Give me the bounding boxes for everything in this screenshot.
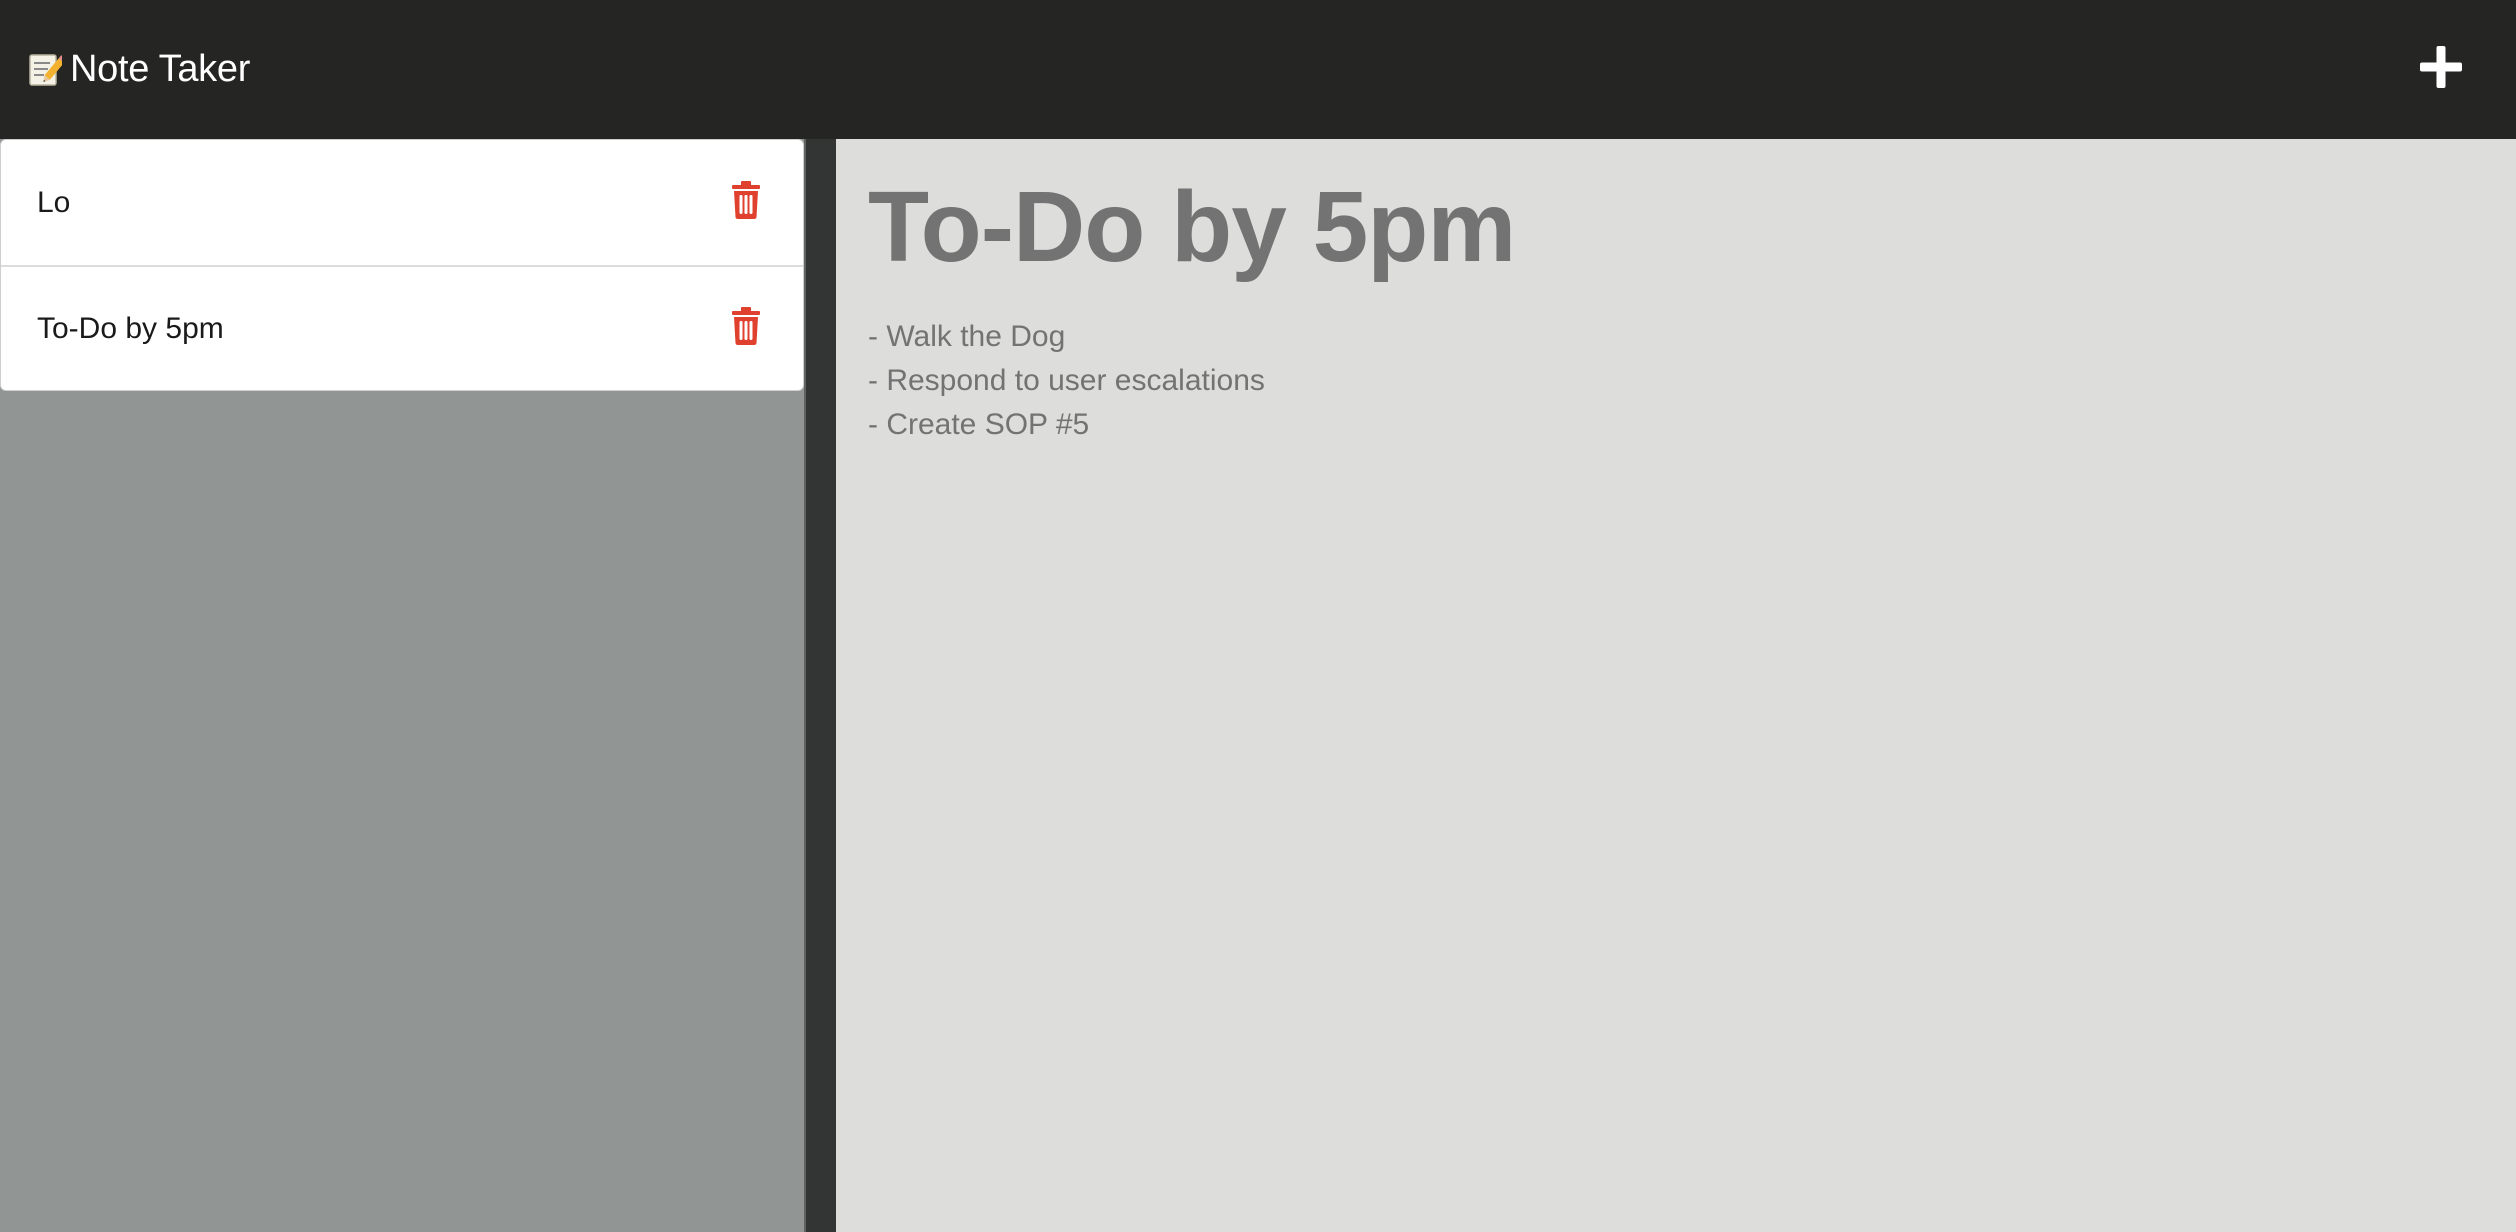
note-title: To-Do by 5pm xyxy=(37,311,224,345)
delete-note-button[interactable] xyxy=(729,181,763,224)
brand: Note Taker xyxy=(28,48,250,91)
trash-icon xyxy=(731,181,761,224)
memo-icon xyxy=(28,51,67,87)
note-line: - Create SOP #5 xyxy=(868,408,1090,441)
note-list: Lo To-Do by 5pm xyxy=(0,139,804,391)
note-text-area[interactable]: - Walk the Dog - Respond to user escalat… xyxy=(868,315,2484,447)
delete-note-button[interactable] xyxy=(729,307,763,350)
divider xyxy=(806,139,836,1232)
note-editor: To-Do by 5pm - Walk the Dog - Respond to… xyxy=(836,139,2516,1232)
navbar: Note Taker xyxy=(0,0,2516,139)
note-title-input[interactable]: To-Do by 5pm xyxy=(868,167,2484,287)
list-item[interactable]: To-Do by 5pm xyxy=(1,265,803,390)
trash-icon xyxy=(731,307,761,350)
list-item[interactable]: Lo xyxy=(1,140,803,265)
note-title: Lo xyxy=(37,185,71,219)
note-line: - Respond to user escalations xyxy=(868,364,1265,397)
note-line: - Walk the Dog xyxy=(868,320,1066,353)
plus-icon xyxy=(2418,44,2464,95)
app-title: Note Taker xyxy=(70,48,251,90)
note-sidebar: Lo To-Do by 5pm xyxy=(0,139,806,1232)
new-note-button[interactable] xyxy=(2406,35,2476,105)
